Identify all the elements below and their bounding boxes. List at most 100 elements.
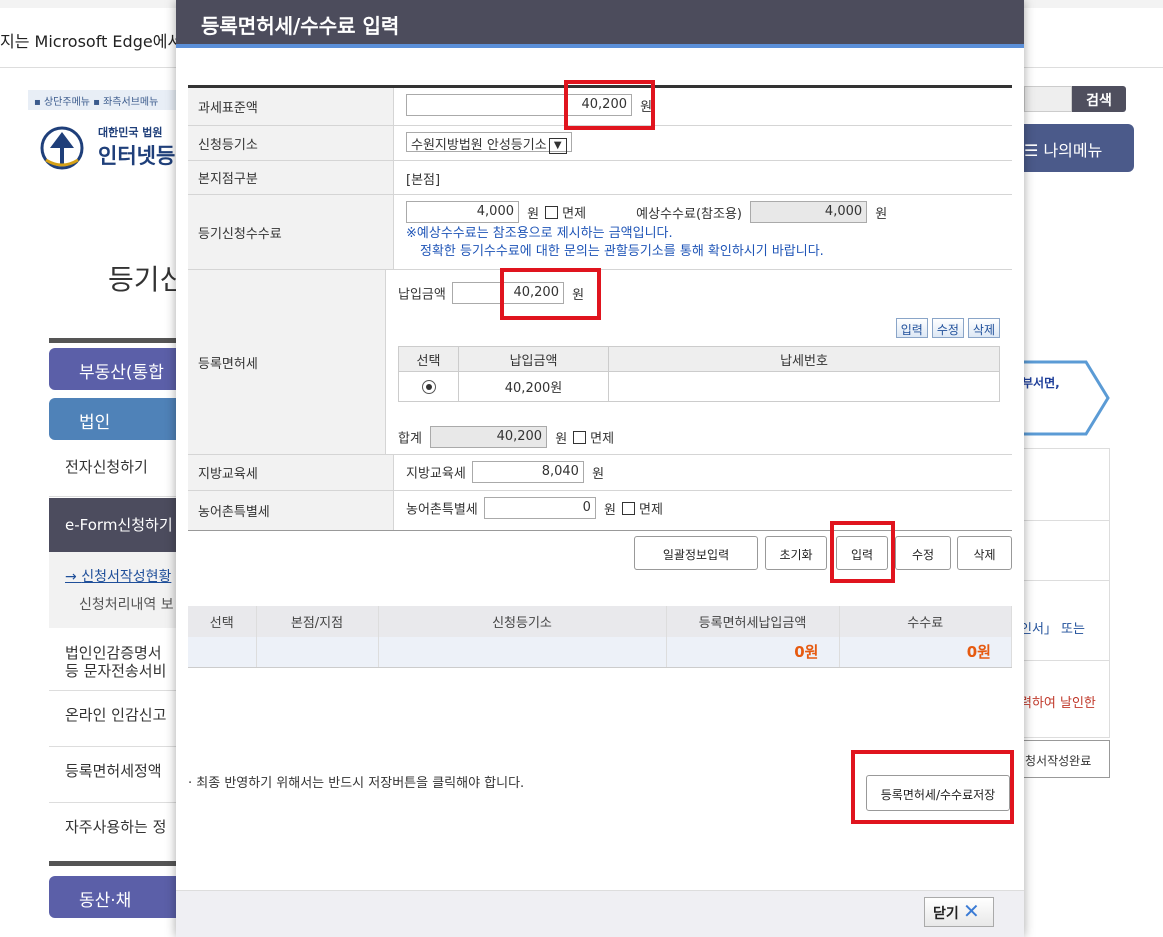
local-edu-label: 지방교육세 <box>188 455 394 490</box>
input-button[interactable]: 입력 <box>836 536 888 570</box>
close-button[interactable]: 닫기 ✕ <box>924 897 994 927</box>
nav-sub-status-label: 신청서작성현황 <box>81 569 172 585</box>
sum-branch-cell <box>256 637 379 668</box>
fee-notice-1: ※예상수수료는 참조용으로 제시하는 금액입니다. <box>406 226 673 241</box>
row-select-radio[interactable] <box>421 379 436 394</box>
nav-seal-sms-2[interactable]: 등 문자전송서비 <box>49 662 179 680</box>
fee-label: 등기신청수수료 <box>188 195 394 269</box>
nav-online-seal[interactable]: 온라인 인감신고 <box>49 706 179 724</box>
sum-office-cell <box>378 637 667 668</box>
bulk-input-button[interactable]: 일괄정보입력 <box>634 536 758 570</box>
total-exempt-label: 면제 <box>590 431 615 447</box>
sum-col-office: 신청등기소 <box>378 606 667 637</box>
fee-input[interactable]: 4,000 <box>406 201 519 223</box>
page-title: 등기신 <box>108 263 186 296</box>
rural-cell: 농어촌특별세 0 원 면제 <box>394 491 1012 530</box>
save-fee-button[interactable]: 등록면허세/수수료저장 <box>866 775 1010 811</box>
total-line: 합계 40,200 원 면제 <box>398 426 1000 448</box>
sum-fee-total: 0원 <box>839 637 1012 668</box>
save-reminder-note: · 최종 반영하기 위해서는 반드시 저장버튼을 클릭해야 합니다. <box>188 776 525 791</box>
amount-cell: 40,200원 <box>458 371 609 402</box>
site-search-input[interactable] <box>1024 86 1072 112</box>
tax-edit-small-button[interactable]: 수정 <box>931 318 964 338</box>
table-row: 0원 0원 <box>188 637 1012 668</box>
tax-payment-table: 선택 납입금액 납세번호 40,200원 <box>398 346 1000 402</box>
reset-button[interactable]: 초기화 <box>765 536 827 570</box>
tax-base-cell: 40,200 원 <box>394 88 1012 125</box>
edit-button[interactable]: 수정 <box>895 536 951 570</box>
nav-frequent[interactable]: 자주사용하는 정 <box>49 818 179 836</box>
registry-office-value: 수원지방법원 안성등기소 <box>411 138 547 153</box>
rural-label: 농어촌특별세 <box>188 491 394 530</box>
nav-sub-process[interactable]: 신청처리내역 보 <box>49 596 179 614</box>
step-arrow-icon <box>1016 360 1110 436</box>
row-license-tax: 등록면허세 납입금액 40,200 원 입력 수정 삭제 선택 납입금액 납세번호 <box>188 270 1012 455</box>
table-row: 40,200원 <box>398 371 1000 402</box>
nav-eform[interactable]: e-Form신청하기 <box>49 498 179 552</box>
row-registration-fee: 등기신청수수료 4,000 원 면제 예상수수료(참조용) 4,000 원 ※예상… <box>188 195 1012 270</box>
pay-amount-input[interactable]: 40,200 <box>451 282 564 304</box>
local-edu-inline-label: 지방교육세 <box>406 466 466 482</box>
local-edu-input[interactable]: 8,040 <box>471 461 584 483</box>
fee-exempt-checkbox[interactable] <box>545 205 559 219</box>
court-emblem-icon <box>40 126 84 170</box>
select-cell <box>398 371 459 402</box>
pay-amount-label: 납입금액 <box>398 287 446 303</box>
logo-small-text: 대한민국 법원 <box>98 126 163 139</box>
license-tax-label: 등록면허세 <box>188 270 386 454</box>
site-search-button[interactable]: 검색 <box>1072 86 1126 112</box>
total-label: 합계 <box>398 431 422 447</box>
row-rural-special-tax: 농어촌특별세 농어촌특별세 0 원 면제 <box>188 491 1012 531</box>
util-link-sub-menu[interactable]: 좌측서브메뉴 <box>103 97 158 108</box>
sum-col-fee: 수수료 <box>839 606 1012 637</box>
nav-divider <box>49 496 179 497</box>
tax-delete-small-button[interactable]: 삭제 <box>967 318 1000 338</box>
logo-big-text: 인터넷등 <box>98 144 176 168</box>
close-icon: ✕ <box>963 899 980 923</box>
total-exempt-checkbox[interactable] <box>573 430 587 444</box>
court-logo[interactable]: 대한민국 법원 인터넷등 <box>36 118 176 174</box>
registry-office-label: 신청등기소 <box>188 126 394 160</box>
tax-input-small-button[interactable]: 입력 <box>895 318 928 338</box>
col-select: 선택 <box>398 346 459 372</box>
nav-divider <box>49 746 179 747</box>
delete-button[interactable]: 삭제 <box>957 536 1012 570</box>
rural-exempt-label: 면제 <box>639 502 663 518</box>
util-link-main-menu[interactable]: 상단주메뉴 <box>44 97 90 108</box>
nav-sub-status[interactable]: → 신청서작성현황 <box>49 568 179 586</box>
nav-seal-sms-1[interactable]: 법인인감증명서 <box>49 644 179 662</box>
chevron-down-icon: ▼ <box>548 137 567 154</box>
license-tax-fee-dialog: 등록면허세/수수료 입력 과세표준액 40,200 원 신청등기소 수원지방법원… <box>176 0 1024 937</box>
summary-table: 선택 본점/지점 신청등기소 등록면허세납입금액 수수료 0원 0원 <box>188 606 1012 668</box>
sum-col-select: 선택 <box>188 606 257 637</box>
util-links: ▪ 상단주메뉴 ▪ 좌측서브메뉴 <box>28 90 178 110</box>
nav-e-apply[interactable]: 전자신청하기 <box>49 458 179 476</box>
branch-value: [본점] <box>406 173 441 188</box>
hamburger-icon: ☰ <box>1024 141 1039 160</box>
guide-text-1: 인서」 또는 <box>1020 622 1085 637</box>
won-unit: 원 <box>875 206 888 222</box>
step-arrow-text: 부서면, <box>1022 376 1060 390</box>
tax-base-input[interactable]: 40,200 <box>406 94 632 116</box>
sum-col-branch: 본점/지점 <box>256 606 379 637</box>
expected-fee-input: 4,000 <box>750 201 868 223</box>
my-menu-button[interactable]: ☰ 나의메뉴 <box>1010 124 1134 172</box>
nav-realty[interactable]: 부동산(통합 <box>49 348 179 390</box>
nav-movables[interactable]: 동산·채 <box>49 876 179 918</box>
won-unit: 원 <box>527 206 540 222</box>
nav-tax-refund[interactable]: 등록면허세정액 <box>49 762 179 780</box>
fee-notice-2: 정확한 등기수수료에 대한 문의는 관할등기소를 통해 확인하시기 바랍니다. <box>420 244 824 259</box>
fee-input-form: 과세표준액 40,200 원 신청등기소 수원지방법원 안성등기소 ▼ 본지점구분… <box>188 85 1012 531</box>
registry-office-select[interactable]: 수원지방법원 안성등기소 ▼ <box>406 132 572 154</box>
nav-corp[interactable]: 법인 <box>49 398 179 440</box>
my-menu-label: 나의메뉴 <box>1043 141 1103 160</box>
rural-exempt-checkbox[interactable] <box>622 501 636 515</box>
row-branch: 본지점구분 [본점] <box>188 161 1012 195</box>
application-complete-button[interactable]: 청서작성완료 <box>1018 740 1110 778</box>
row-tax-base: 과세표준액 40,200 원 <box>188 88 1012 126</box>
rural-input[interactable]: 0 <box>483 497 596 519</box>
summary-divider <box>188 667 1012 668</box>
branch-label: 본지점구분 <box>188 161 394 194</box>
tax-number-cell <box>608 371 1000 402</box>
panel-divider <box>1024 520 1110 521</box>
